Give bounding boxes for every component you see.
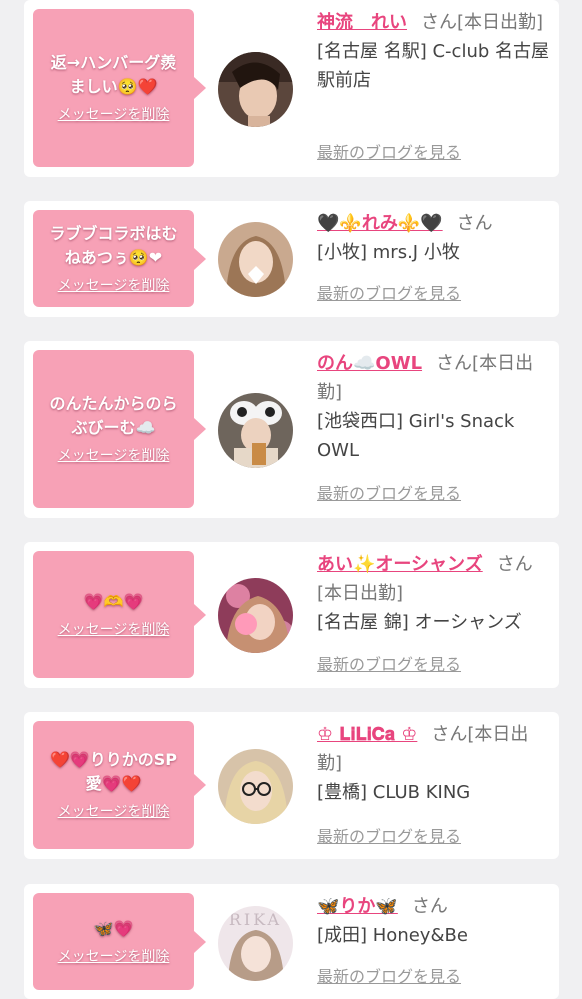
honorific: さん: [436, 353, 473, 374]
shop-info: [小牧] mrs.J 小牧: [317, 242, 460, 263]
shop-info: [名古屋 名駅] C-club 名古屋駅前店: [317, 41, 550, 91]
delete-message-link[interactable]: メッセージを削除: [58, 802, 170, 822]
message-card: 返→ハンバーグ羨 ましい🥺❤️ メッセージを削除 神流 れい さん[本日出勤] […: [24, 0, 559, 177]
latest-blog-link[interactable]: 最新のブログを見る: [317, 483, 461, 505]
honorific: さん: [421, 12, 457, 33]
cast-info: ♔ 𝐋𝐢𝐋𝐢𝐂𝐚 ♔ さん[本日出勤] [豊橋] CLUB KING: [317, 720, 549, 807]
delete-message-link[interactable]: メッセージを削除: [58, 105, 170, 125]
message-bubble: のんたんからのら ぶびーむ☁️ メッセージを削除: [33, 350, 206, 508]
avatar[interactable]: [218, 578, 293, 653]
message-bubble: 💗🫶💗 メッセージを削除: [33, 551, 206, 678]
message-bubble: 🦋💗 メッセージを削除: [33, 893, 206, 990]
cast-info: あい✨オーシャンズ さん [本日出勤] [名古屋 錦] オーシャンズ: [317, 550, 549, 637]
latest-blog-link[interactable]: 最新のブログを見る: [317, 826, 461, 848]
message-text: ❤️💗りりかのSP 愛💗❤️: [49, 750, 178, 793]
cast-name-link[interactable]: のん☁️OWL: [317, 353, 422, 374]
message-card: ❤️💗りりかのSP 愛💗❤️ メッセージを削除 ♔ 𝐋𝐢𝐋𝐢𝐂𝐚 ♔ さん[本日出…: [24, 712, 559, 859]
avatar-watermark-text: RIKA: [229, 910, 282, 929]
work-status: [本日出勤]: [317, 583, 404, 604]
message-text: のんたんからのら ぶびーむ☁️: [49, 394, 178, 437]
avatar[interactable]: [218, 393, 293, 468]
latest-blog-link[interactable]: 最新のブログを見る: [317, 283, 461, 305]
shop-info: [名古屋 錦] オーシャンズ: [317, 612, 522, 633]
shop-info: [池袋西口] Girl's Snack OWL: [317, 411, 515, 461]
message-text: 🦋💗: [93, 918, 134, 938]
cast-name-link[interactable]: あい✨オーシャンズ: [317, 554, 483, 575]
message-text: ラブブコラボはむ ねあつぅ🥺❤: [49, 223, 178, 267]
cast-info: のん☁️OWL さん[本日出勤] [池袋西口] Girl's Snack OWL: [317, 349, 549, 465]
cast-info: 🦋りか🦋 さん [成田] Honey&Be: [317, 892, 549, 950]
message-card: 💗🫶💗 メッセージを削除 あい✨オーシャンズ さん [本日出勤] [名古屋 錦] オ…: [24, 542, 559, 688]
message-bubble: 返→ハンバーグ羨 ましい🥺❤️ メッセージを削除: [33, 9, 206, 167]
cast-name-link[interactable]: ♔ 𝐋𝐢𝐋𝐢𝐂𝐚 ♔: [317, 724, 417, 745]
latest-blog-link[interactable]: 最新のブログを見る: [317, 654, 461, 676]
cast-info: 神流 れい さん[本日出勤] [名古屋 名駅] C-club 名古屋駅前店: [317, 8, 549, 95]
avatar[interactable]: [218, 749, 293, 824]
message-card: ラブブコラボはむ ねあつぅ🥺❤ メッセージを削除 🖤⚜️れみ⚜️🖤 さん [小牧]…: [24, 201, 559, 317]
honorific: さん: [411, 896, 448, 917]
latest-blog-link[interactable]: 最新のブログを見る: [317, 142, 461, 164]
message-card: のんたんからのら ぶびーむ☁️ メッセージを削除 のん☁️OWL さん[本日出勤]…: [24, 341, 559, 518]
message-text: 💗🫶💗: [83, 591, 144, 611]
message-bubble: ラブブコラボはむ ねあつぅ🥺❤ メッセージを削除: [33, 210, 206, 307]
work-status: [本日出勤]: [457, 12, 544, 33]
delete-message-link[interactable]: メッセージを削除: [58, 276, 170, 296]
message-bubble: ❤️💗りりかのSP 愛💗❤️ メッセージを削除: [33, 721, 206, 849]
avatar[interactable]: [218, 222, 293, 297]
message-card: 🦋💗 メッセージを削除 RIKA 🦋りか🦋 さん [成田] Honey&Be 最新…: [24, 884, 559, 999]
honorific: さん: [456, 213, 493, 234]
message-text: 返→ハンバーグ羨 ましい🥺❤️: [50, 53, 177, 96]
cast-name-link[interactable]: 神流 れい: [317, 12, 407, 33]
delete-message-link[interactable]: メッセージを削除: [58, 446, 170, 466]
avatar[interactable]: [218, 52, 293, 127]
delete-message-link[interactable]: メッセージを削除: [58, 620, 170, 640]
honorific: さん: [431, 724, 468, 745]
honorific: さん: [496, 554, 533, 575]
shop-info: [豊橋] CLUB KING: [317, 782, 471, 803]
cast-info: 🖤⚜️れみ⚜️🖤 さん [小牧] mrs.J 小牧: [317, 209, 549, 267]
avatar[interactable]: RIKA: [218, 906, 293, 981]
cast-name-link[interactable]: 🦋りか🦋: [317, 896, 398, 917]
latest-blog-link[interactable]: 最新のブログを見る: [317, 966, 461, 988]
delete-message-link[interactable]: メッセージを削除: [58, 947, 170, 967]
shop-info: [成田] Honey&Be: [317, 925, 468, 946]
cast-name-link[interactable]: 🖤⚜️れみ⚜️🖤: [317, 213, 443, 234]
